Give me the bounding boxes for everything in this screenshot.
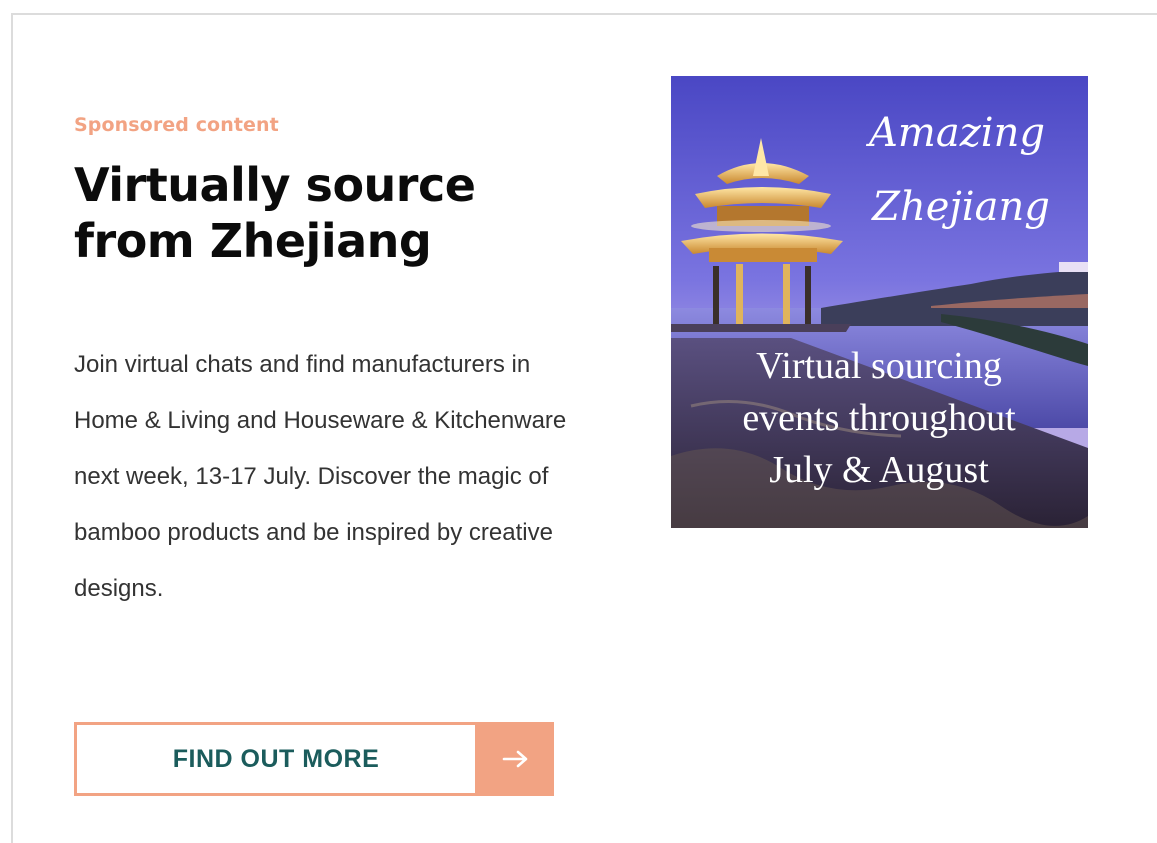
- body-text: Join virtual chats and find manufacturer…: [74, 351, 567, 602]
- promo-caption-line-2: events throughout: [742, 397, 1016, 439]
- promo-caption-line-1: Virtual sourcing: [756, 345, 1002, 387]
- headline[interactable]: Virtually source from Zhejiang: [74, 157, 544, 269]
- promo-script-line-2: Zhejiang: [870, 184, 1050, 230]
- sponsored-card: Sponsored content Virtually source from …: [11, 13, 1157, 843]
- promo-caption-line-3: July & August: [769, 449, 989, 491]
- promo-script-line-1: Amazing: [865, 110, 1045, 156]
- arrow-right-icon[interactable]: [478, 722, 554, 796]
- sponsored-label: Sponsored content: [74, 114, 279, 136]
- find-out-more-label[interactable]: FIND OUT MORE: [74, 722, 478, 796]
- find-out-more-button[interactable]: FIND OUT MORE: [74, 722, 554, 796]
- promo-image[interactable]: Amazing Zhejiang Virtual sourcing events…: [671, 76, 1088, 528]
